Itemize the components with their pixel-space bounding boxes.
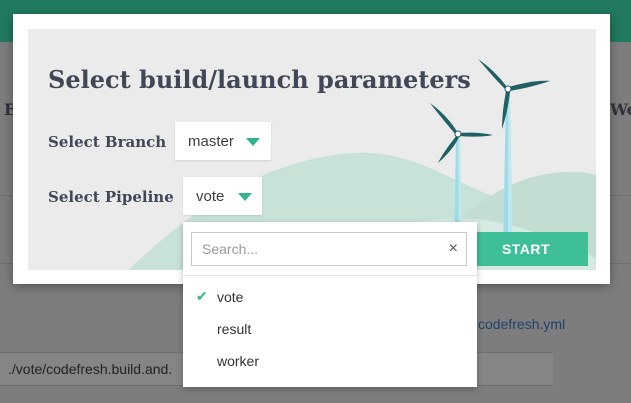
dropdown-option-worker[interactable]: worker bbox=[183, 345, 477, 377]
branch-select[interactable]: master bbox=[175, 122, 271, 160]
modal-title: Select build/launch parameters bbox=[48, 65, 471, 94]
dropdown-divider bbox=[183, 275, 477, 276]
option-label: worker bbox=[217, 353, 260, 369]
search-input[interactable] bbox=[192, 233, 432, 265]
background-yaml-link: codefresh.yml bbox=[478, 316, 566, 332]
pipeline-select[interactable]: vote bbox=[183, 177, 262, 215]
background-path-value: ./vote/codefresh.build.and. bbox=[8, 361, 173, 377]
dropdown-option-result[interactable]: result bbox=[183, 313, 477, 345]
chevron-down-icon bbox=[238, 193, 252, 201]
option-label: vote bbox=[217, 289, 244, 305]
pipeline-select-value: vote bbox=[196, 188, 225, 205]
dropdown-option-vote[interactable]: ✔ vote bbox=[183, 281, 477, 313]
option-label: result bbox=[217, 321, 252, 337]
checkmark-icon: ✔ bbox=[196, 288, 208, 304]
pipeline-dropdown: × ✔ vote result worker bbox=[183, 222, 477, 387]
chevron-down-icon bbox=[246, 138, 260, 146]
branch-select-value: master bbox=[188, 133, 234, 150]
close-icon[interactable]: × bbox=[449, 240, 458, 258]
pipeline-label: Select Pipeline bbox=[48, 188, 174, 206]
dropdown-search-box: × bbox=[191, 232, 467, 266]
start-button[interactable]: START bbox=[464, 232, 588, 266]
branch-label: Select Branch bbox=[48, 133, 167, 151]
background-heading-fragment-right: Wel bbox=[610, 100, 631, 119]
